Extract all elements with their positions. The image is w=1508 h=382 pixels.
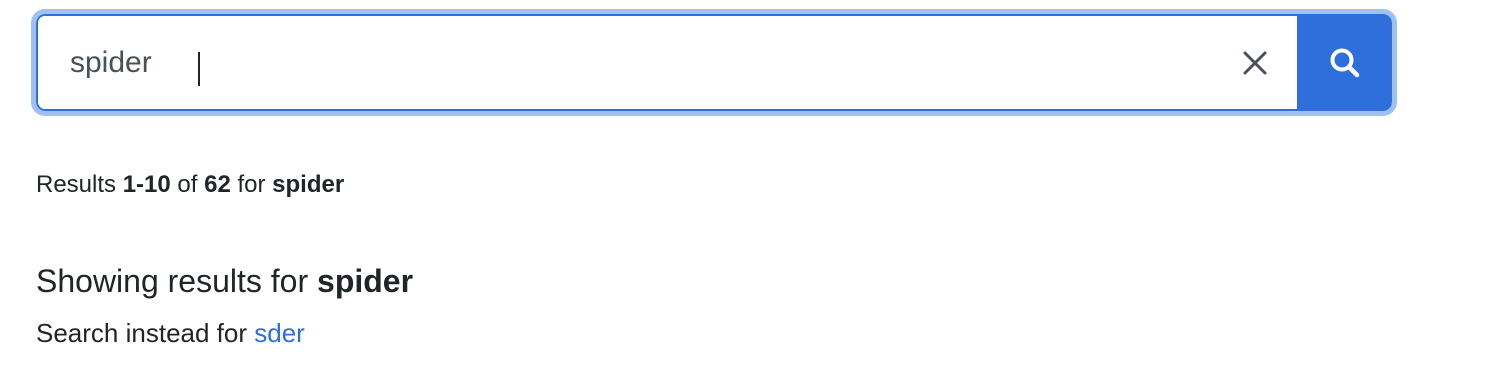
results-count: Results 1-10 of 62 for spider: [36, 171, 344, 199]
search-button[interactable]: [1297, 14, 1392, 111]
results-range: 1-10: [122, 171, 171, 198]
showing-results-heading: Showing results for spider: [36, 262, 413, 300]
clear-button[interactable]: [1223, 16, 1287, 109]
corrected-query: spider: [317, 263, 414, 299]
results-total: 62: [204, 171, 231, 198]
results-query: spider: [272, 171, 345, 198]
search-icon: [1330, 48, 1359, 77]
results-for: for: [237, 171, 266, 198]
text-caret: [198, 52, 200, 86]
search-input[interactable]: [38, 16, 1223, 109]
search-field: [36, 14, 1297, 111]
close-icon: [1243, 51, 1267, 74]
results-prefix: Results: [36, 171, 117, 198]
search-instead-label: Search instead for: [36, 318, 248, 348]
search-form: [31, 9, 1397, 116]
original-query-link[interactable]: sder: [254, 318, 305, 348]
search-instead: Search instead for sder: [36, 318, 305, 348]
results-of: of: [177, 171, 198, 198]
showing-results-label: Showing results for: [36, 263, 309, 299]
